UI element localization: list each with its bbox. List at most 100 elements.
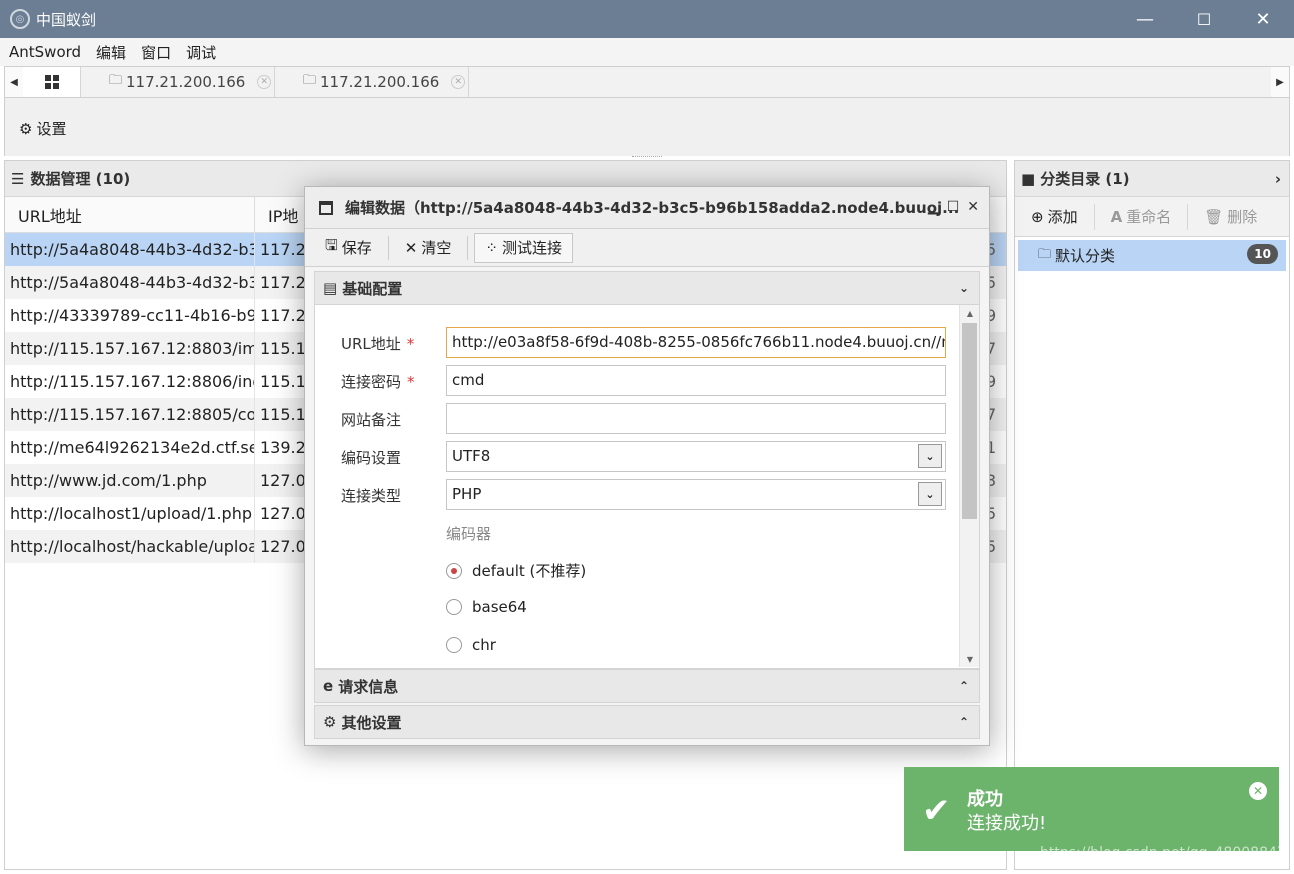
scroll-thumb[interactable] [962, 323, 977, 519]
edit-data-dialog: 编辑数据（http://5a4a8048-44b3-4d32-b3c5-b96b… [304, 186, 990, 746]
tab-close-icon[interactable]: ✕ [451, 75, 466, 89]
file-text-icon: ▤ [323, 279, 338, 297]
check-icon: ✔ [922, 791, 951, 831]
url-input[interactable]: http://e03a8f58-6f9d-408b-8255-0856fc766… [446, 327, 946, 358]
maximize-button[interactable]: ☐ [1175, 0, 1233, 38]
scroll-up-icon[interactable]: ▲ [960, 305, 979, 321]
category-label: 默认分类 [1055, 247, 1116, 265]
radio-label: base64 [472, 598, 527, 616]
section-basic-config[interactable]: ▤ 基础配置 ⌄ [314, 271, 980, 305]
password-input[interactable]: cmd [446, 365, 946, 396]
radio-label: chr [472, 636, 496, 654]
settings-button[interactable]: ⚙ 设置 [19, 118, 66, 139]
cell-url: http://43339789-cc11-4b16-b98e- [5, 299, 255, 332]
category-panel: ■ 分类目录 (1) › ⊕ 添加 A 重命名 🗑 删除 🗀 默认分类 10 [1014, 160, 1290, 870]
clear-button[interactable]: ✕ 清空 [395, 233, 462, 263]
tab-label: 117.21.200.166 [320, 73, 440, 91]
type-label: 连接类型 [341, 487, 402, 505]
add-label: 添加 [1047, 208, 1078, 226]
gear-icon: ⚙ [19, 119, 33, 138]
chevron-down-icon[interactable]: ⌄ [918, 444, 942, 468]
window-title: 中国蚁剑 [36, 10, 97, 29]
encoding-value: UTF8 [452, 447, 491, 465]
minimize-button[interactable]: — [1116, 0, 1174, 38]
category-item-default[interactable]: 🗀 默认分类 10 [1018, 240, 1286, 271]
category-panel-header: ■ 分类目录 (1) › [1015, 161, 1289, 197]
plus-circle-icon: ⊕ [1031, 207, 1044, 226]
cell-url: http://localhost1/upload/1.php [5, 497, 255, 530]
splitter-handle[interactable] [632, 156, 662, 158]
cell-url: http://115.157.167.12:8805/config [5, 398, 255, 431]
save-label: 保存 [341, 239, 372, 257]
tab-scroll-left-icon[interactable]: ◀ [5, 67, 23, 97]
encoder-radio-default[interactable]: default (不推荐) [446, 560, 586, 581]
note-input[interactable] [446, 403, 946, 434]
menu-edit[interactable]: 编辑 [96, 42, 126, 63]
tab-bar: ◀ 🗀 117.21.200.166 ✕ 🗀 117.21.200.166 ✕ … [4, 66, 1290, 98]
encoding-select[interactable]: UTF8 ⌄ [446, 441, 946, 472]
encoding-label: 编码设置 [341, 449, 402, 467]
save-button[interactable]: 🖫 保存 [315, 233, 382, 263]
cell-url: http://localhost/hackable/uploads/ [5, 530, 255, 563]
tab-shell-1[interactable]: 🗀 117.21.200.166 ✕ [81, 67, 275, 97]
encoder-radio-chr[interactable]: chr [446, 636, 496, 654]
section-other-label: 其他设置 [341, 713, 402, 732]
password-label: 连接密码 * [341, 373, 415, 391]
save-icon: 🖫 [325, 236, 338, 254]
folder-icon: ■ [1021, 169, 1036, 188]
tab-label: 117.21.200.166 [126, 73, 246, 91]
category-count-badge: 10 [1247, 244, 1278, 264]
cell-url: http://5a4a8048-44b3-4d32-b3c5- [5, 266, 255, 299]
menu-debug[interactable]: 调试 [186, 42, 216, 63]
chevron-right-icon[interactable]: › [1275, 170, 1281, 188]
tab-close-icon[interactable]: ✕ [257, 75, 272, 89]
add-category-button[interactable]: ⊕ 添加 [1015, 203, 1095, 230]
menu-antsword[interactable]: AntSword [9, 43, 81, 61]
delete-label: 删除 [1227, 208, 1258, 226]
spinner-icon: ⁘ [485, 238, 498, 257]
dialog-toolbar: 🖫 保存 ✕ 清空 ⁘ 测试连接 [305, 229, 989, 267]
data-panel-title: 数据管理 (10) [30, 170, 131, 188]
rename-category-button[interactable]: A 重命名 [1095, 203, 1189, 230]
window-icon [319, 200, 333, 215]
section-basic-label: 基础配置 [342, 279, 403, 298]
dialog-minimize-icon[interactable]: ▁ [928, 199, 939, 215]
dialog-close-icon[interactable]: ✕ [967, 199, 979, 215]
success-toast: ✔ 成功 连接成功! ✕ [904, 767, 1279, 851]
radio-icon [446, 562, 462, 579]
scroll-down-icon[interactable]: ▼ [960, 651, 979, 667]
delete-category-button[interactable]: 🗑 删除 [1188, 204, 1273, 230]
section-request-label: 请求信息 [338, 677, 399, 696]
antsword-logo-icon: ◎ [10, 9, 30, 29]
tab-shell-2[interactable]: 🗀 117.21.200.166 ✕ [275, 67, 469, 97]
section-request-info[interactable]: e 请求信息 ⌃ [314, 669, 980, 703]
toast-message: 连接成功! [967, 813, 1047, 834]
close-button[interactable]: ✕ [1234, 0, 1292, 38]
column-url[interactable]: URL地址 [5, 196, 255, 233]
menu-window[interactable]: 窗口 [141, 42, 171, 63]
main-toolbar: ⚙ 设置 [4, 98, 1290, 156]
times-icon: ✕ [404, 238, 418, 257]
cell-url: http://5a4a8048-44b3-4d32-b3c5- [5, 233, 255, 266]
tab-home[interactable] [23, 67, 81, 97]
radio-icon [446, 599, 462, 615]
chevron-up-icon: ⌃ [958, 715, 969, 729]
dialog-maximize-icon[interactable]: ☐ [947, 199, 960, 215]
type-select[interactable]: PHP ⌄ [446, 479, 946, 510]
url-label: URL地址 * [341, 335, 415, 353]
toast-close-icon[interactable]: ✕ [1249, 782, 1267, 800]
test-connection-button[interactable]: ⁘ 测试连接 [474, 232, 573, 263]
tab-scroll-right-icon[interactable]: ▶ [1271, 67, 1289, 97]
title-bar: ◎ 中国蚁剑 — ☐ ✕ [0, 0, 1294, 38]
chevron-down-icon[interactable]: ⌄ [918, 482, 942, 506]
menu-bar: AntSword 编辑 窗口 调试 [0, 38, 1294, 66]
dialog-title: 编辑数据（http://5a4a8048-44b3-4d32-b3c5-b96b… [345, 199, 960, 217]
encoder-radio-base64[interactable]: base64 [446, 598, 527, 616]
section-other-settings[interactable]: ⚙ 其他设置 ⌃ [314, 705, 980, 739]
form-scrollbar[interactable]: ▲ ▼ [959, 305, 979, 667]
trash-icon: 🗑 [1204, 207, 1224, 226]
cell-url: http://www.jd.com/1.php [5, 464, 255, 497]
dialog-title-bar: 编辑数据（http://5a4a8048-44b3-4d32-b3c5-b96b… [305, 187, 989, 229]
edge-icon: e [323, 677, 334, 695]
folder-icon: 🗀 [303, 73, 317, 88]
